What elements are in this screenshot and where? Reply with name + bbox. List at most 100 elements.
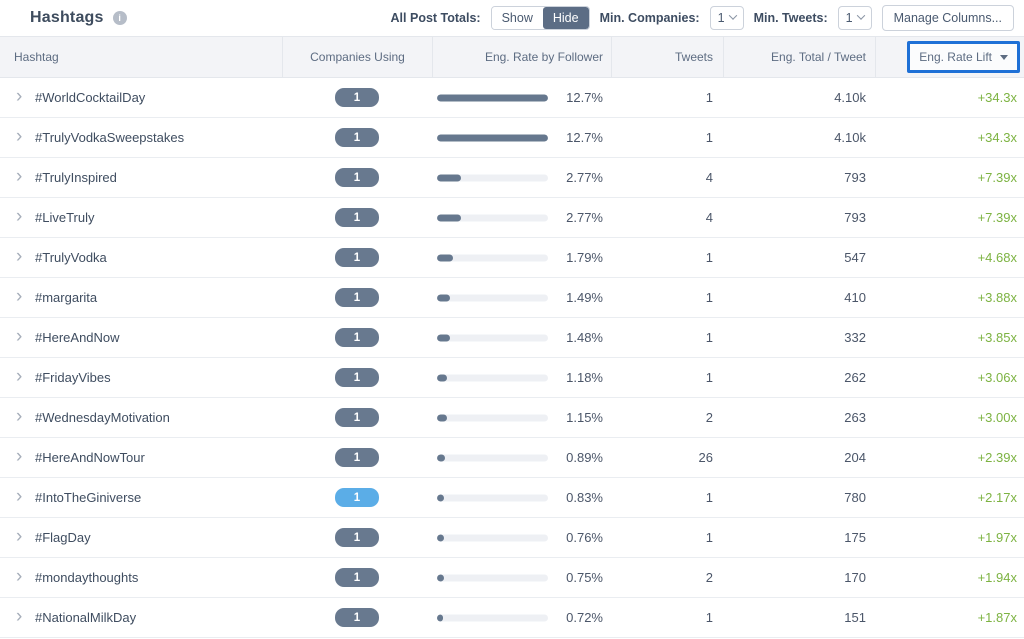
table-header: Hashtag Companies Using Eng. Rate by Fol…: [0, 36, 1024, 78]
hashtag-label: #WednesdayMotivation: [35, 410, 170, 425]
eng-rate-bar-fill: [437, 374, 447, 381]
min-companies-label: Min. Companies:: [600, 11, 700, 25]
table-row[interactable]: › #margarita 1 1.49% 1 410 +3.88x: [0, 278, 1024, 318]
eng-rate-lift-value: +34.3x: [978, 90, 1017, 105]
sorted-column-highlight[interactable]: Eng. Rate Lift: [907, 41, 1020, 73]
hashtag-label: #HereAndNow: [35, 330, 120, 345]
table-row[interactable]: › #HereAndNowTour 1 0.89% 26 204 +2.39x: [0, 438, 1024, 478]
expand-chevron-icon[interactable]: ›: [16, 527, 30, 546]
tweets-value: 2: [706, 570, 713, 585]
eng-rate-bar: [437, 134, 548, 141]
eng-rate-bar: [437, 174, 548, 181]
expand-chevron-icon[interactable]: ›: [16, 247, 30, 266]
column-header-eng-total-tweet[interactable]: Eng. Total / Tweet: [723, 37, 875, 77]
eng-rate-bar-fill: [437, 534, 444, 541]
table-row[interactable]: › #HereAndNow 1 1.48% 1 332 +3.85x: [0, 318, 1024, 358]
eng-rate-lift-value: +3.00x: [978, 410, 1017, 425]
expand-chevron-icon[interactable]: ›: [16, 167, 30, 186]
info-icon[interactable]: i: [113, 11, 127, 25]
eng-rate-lift-value: +3.88x: [978, 290, 1017, 305]
expand-chevron-icon[interactable]: ›: [16, 207, 30, 226]
hashtag-label: #TrulyVodka: [35, 250, 107, 265]
eng-rate-value: 1.15%: [566, 410, 603, 425]
chevron-down-icon: [856, 11, 864, 19]
column-header-companies-using[interactable]: Companies Using: [282, 37, 432, 77]
table-row[interactable]: › #IntoTheGiniverse 1 0.83% 1 780 +2.17x: [0, 478, 1024, 518]
tweets-value: 1: [706, 330, 713, 345]
eng-rate-lift-header-label: Eng. Rate Lift: [919, 50, 992, 64]
expand-chevron-icon[interactable]: ›: [16, 607, 30, 626]
tweets-value: 1: [706, 130, 713, 145]
eng-rate-bar-fill: [437, 494, 444, 501]
eng-rate-lift-value: +1.94x: [978, 570, 1017, 585]
eng-rate-value: 0.83%: [566, 490, 603, 505]
expand-chevron-icon[interactable]: ›: [16, 567, 30, 586]
eng-total-value: 262: [844, 370, 866, 385]
eng-rate-bar-fill: [437, 294, 450, 301]
column-header-eng-rate-follower[interactable]: Eng. Rate by Follower: [432, 37, 611, 77]
tweets-value: 1: [706, 370, 713, 385]
tweets-value: 1: [706, 610, 713, 625]
eng-rate-lift-value: +34.3x: [978, 130, 1017, 145]
page-title: Hashtags: [30, 9, 104, 27]
expand-chevron-icon[interactable]: ›: [16, 87, 30, 106]
tweets-value: 4: [706, 210, 713, 225]
eng-rate-lift-value: +1.87x: [978, 610, 1017, 625]
expand-chevron-icon[interactable]: ›: [16, 487, 30, 506]
table-row[interactable]: › #LiveTruly 1 2.77% 4 793 +7.39x: [0, 198, 1024, 238]
tweets-value: 1: [706, 290, 713, 305]
hashtag-label: #NationalMilkDay: [35, 610, 136, 625]
eng-rate-bar-fill: [437, 454, 445, 461]
column-header-tweets[interactable]: Tweets: [611, 37, 723, 77]
eng-rate-bar: [437, 614, 548, 621]
companies-count-badge: 1: [335, 528, 379, 547]
eng-rate-lift-value: +7.39x: [978, 170, 1017, 185]
show-hide-toggle: Show Hide: [491, 6, 590, 30]
eng-rate-value: 0.72%: [566, 610, 603, 625]
table-row[interactable]: › #TrulyVodka 1 1.79% 1 547 +4.68x: [0, 238, 1024, 278]
eng-rate-value: 2.77%: [566, 210, 603, 225]
eng-rate-bar: [437, 414, 548, 421]
table-row[interactable]: › #FridayVibes 1 1.18% 1 262 +3.06x: [0, 358, 1024, 398]
min-tweets-value: 1: [846, 11, 853, 25]
manage-columns-button[interactable]: Manage Columns...: [882, 5, 1014, 31]
hashtag-label: #FridayVibes: [35, 370, 111, 385]
min-tweets-select[interactable]: 1: [838, 6, 872, 30]
expand-chevron-icon[interactable]: ›: [16, 367, 30, 386]
table-row[interactable]: › #mondaythoughts 1 0.75% 2 170 +1.94x: [0, 558, 1024, 598]
eng-total-value: 4.10k: [834, 130, 866, 145]
eng-rate-value: 1.18%: [566, 370, 603, 385]
expand-chevron-icon[interactable]: ›: [16, 407, 30, 426]
tweets-value: 1: [706, 90, 713, 105]
eng-total-value: 204: [844, 450, 866, 465]
table-row[interactable]: › #WorldCocktailDay 1 12.7% 1 4.10k +34.…: [0, 78, 1024, 118]
table-row[interactable]: › #FlagDay 1 0.76% 1 175 +1.97x: [0, 518, 1024, 558]
eng-total-value: 263: [844, 410, 866, 425]
hide-button[interactable]: Hide: [543, 7, 589, 29]
expand-chevron-icon[interactable]: ›: [16, 447, 30, 466]
eng-rate-lift-value: +3.85x: [978, 330, 1017, 345]
min-companies-select[interactable]: 1: [710, 6, 744, 30]
eng-rate-bar: [437, 334, 548, 341]
tweets-value: 26: [699, 450, 713, 465]
table-row[interactable]: › #TrulyVodkaSweepstakes 1 12.7% 1 4.10k…: [0, 118, 1024, 158]
eng-rate-lift-value: +1.97x: [978, 530, 1017, 545]
table-row[interactable]: › #WednesdayMotivation 1 1.15% 2 263 +3.…: [0, 398, 1024, 438]
chevron-down-icon: [728, 11, 736, 19]
toolbar: Hashtags i All Post Totals: Show Hide Mi…: [0, 0, 1024, 36]
eng-rate-bar-fill: [437, 214, 461, 221]
eng-total-value: 4.10k: [834, 90, 866, 105]
show-button[interactable]: Show: [492, 7, 543, 29]
column-header-hashtag[interactable]: Hashtag: [0, 37, 282, 77]
hashtag-label: #margarita: [35, 290, 97, 305]
table-row[interactable]: › #NationalMilkDay 1 0.72% 1 151 +1.87x: [0, 598, 1024, 638]
hashtag-label: #WorldCocktailDay: [35, 90, 145, 105]
eng-rate-lift-value: +3.06x: [978, 370, 1017, 385]
eng-total-value: 410: [844, 290, 866, 305]
companies-count-badge: 1: [335, 368, 379, 387]
expand-chevron-icon[interactable]: ›: [16, 327, 30, 346]
expand-chevron-icon[interactable]: ›: [16, 127, 30, 146]
table-row[interactable]: › #TrulyInspired 1 2.77% 4 793 +7.39x: [0, 158, 1024, 198]
eng-rate-bar-fill: [437, 574, 444, 581]
expand-chevron-icon[interactable]: ›: [16, 287, 30, 306]
